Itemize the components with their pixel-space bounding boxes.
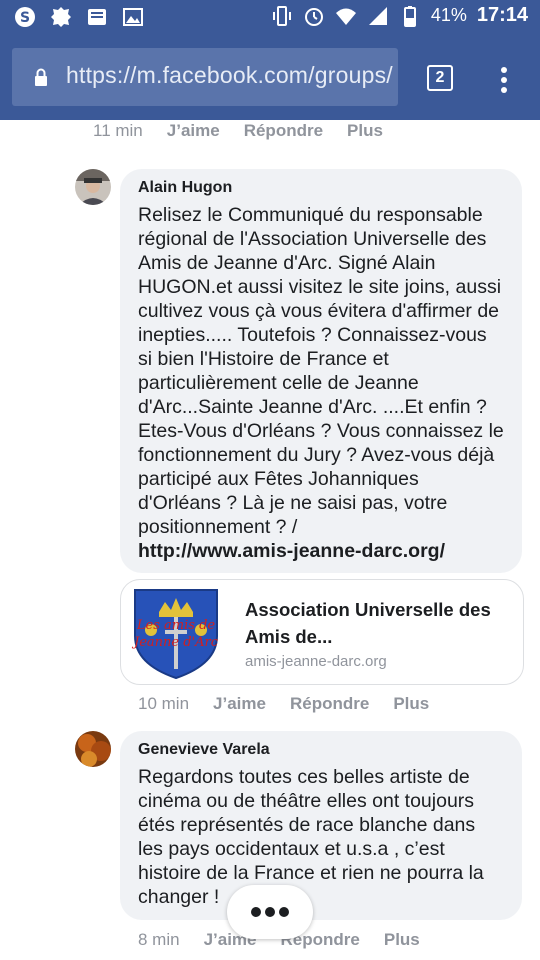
like-button[interactable]: J’aime [167, 121, 220, 141]
link-preview-domain: amis-jeanne-darc.org [245, 653, 387, 670]
avatar[interactable] [75, 169, 111, 205]
svg-text:Jeanne d'Arc: Jeanne d'Arc [131, 635, 219, 650]
more-button[interactable]: Plus [384, 930, 420, 950]
gear-badge-icon [51, 7, 71, 27]
comment-actions: 11 min J’aime Répondre Plus [93, 121, 383, 141]
comment-time[interactable]: 10 min [138, 694, 189, 714]
svg-text:Les amis de: Les amis de [136, 618, 215, 633]
url-text[interactable]: https://m.facebook.com/groups/ [66, 62, 393, 89]
comment-actions: 10 min J’aime Répondre Plus [138, 694, 429, 714]
link-preview-thumbnail: Les amis de Jeanne d'Arc [125, 584, 227, 682]
signal-icon [368, 6, 387, 25]
comment-bubble: Genevieve Varela Regardons toutes ces be… [120, 731, 522, 920]
image-icon [123, 8, 143, 26]
like-button[interactable]: J’aime [213, 694, 266, 714]
comment-time[interactable]: 11 min [93, 121, 143, 141]
overflow-menu-icon[interactable] [500, 66, 508, 94]
comment-author[interactable]: Genevieve Varela [138, 741, 504, 759]
inbox-icon [88, 9, 106, 25]
avatar[interactable] [75, 731, 111, 767]
avatar-photo-icon [75, 169, 111, 205]
alarm-icon [304, 7, 323, 26]
battery-percent: 41% [430, 5, 467, 25]
status-bar: S 41% 17:14 [0, 0, 540, 36]
more-button[interactable]: Plus [347, 121, 383, 141]
comment-bubble: Alain Hugon Relisez le Communiqué du res… [120, 169, 522, 573]
more-options-button[interactable] [227, 885, 313, 939]
link-preview-card[interactable]: Les amis de Jeanne d'Arc Association Uni… [120, 579, 524, 685]
reply-button[interactable]: Répondre [244, 121, 323, 141]
comment-feed: 11 min J’aime Répondre Plus Alain Hugon … [0, 120, 540, 960]
comment-link[interactable]: http://www.amis-jeanne-darc.org/ [138, 539, 504, 563]
wifi-icon [335, 8, 356, 25]
comment-text: Regardons toutes ces belles artiste de c… [138, 766, 490, 908]
comment-text: Relisez le Communiqué du responsable rég… [138, 204, 510, 538]
comment-author[interactable]: Alain Hugon [138, 179, 504, 197]
app-s-icon: S [15, 7, 35, 27]
dot-icon [265, 907, 275, 917]
browser-toolbar: https://m.facebook.com/groups/ 2 [0, 36, 540, 120]
reply-button[interactable]: Répondre [290, 694, 369, 714]
dot-icon [279, 907, 289, 917]
comment-time[interactable]: 8 min [138, 930, 180, 950]
avatar-photo-icon [75, 731, 111, 767]
lock-icon [35, 68, 47, 86]
battery-icon [403, 5, 416, 27]
dot-icon [251, 907, 261, 917]
link-preview-title[interactable]: Association Universelle des Amis de... [245, 596, 515, 650]
more-button[interactable]: Plus [393, 694, 429, 714]
shield-logo-icon: Les amis de Jeanne d'Arc [131, 589, 219, 680]
tab-switcher-button[interactable]: 2 [427, 65, 453, 91]
url-bar[interactable]: https://m.facebook.com/groups/ [12, 48, 398, 106]
vibrate-icon [272, 5, 291, 26]
clock: 17:14 [476, 4, 528, 26]
svg-text:S: S [20, 10, 30, 26]
